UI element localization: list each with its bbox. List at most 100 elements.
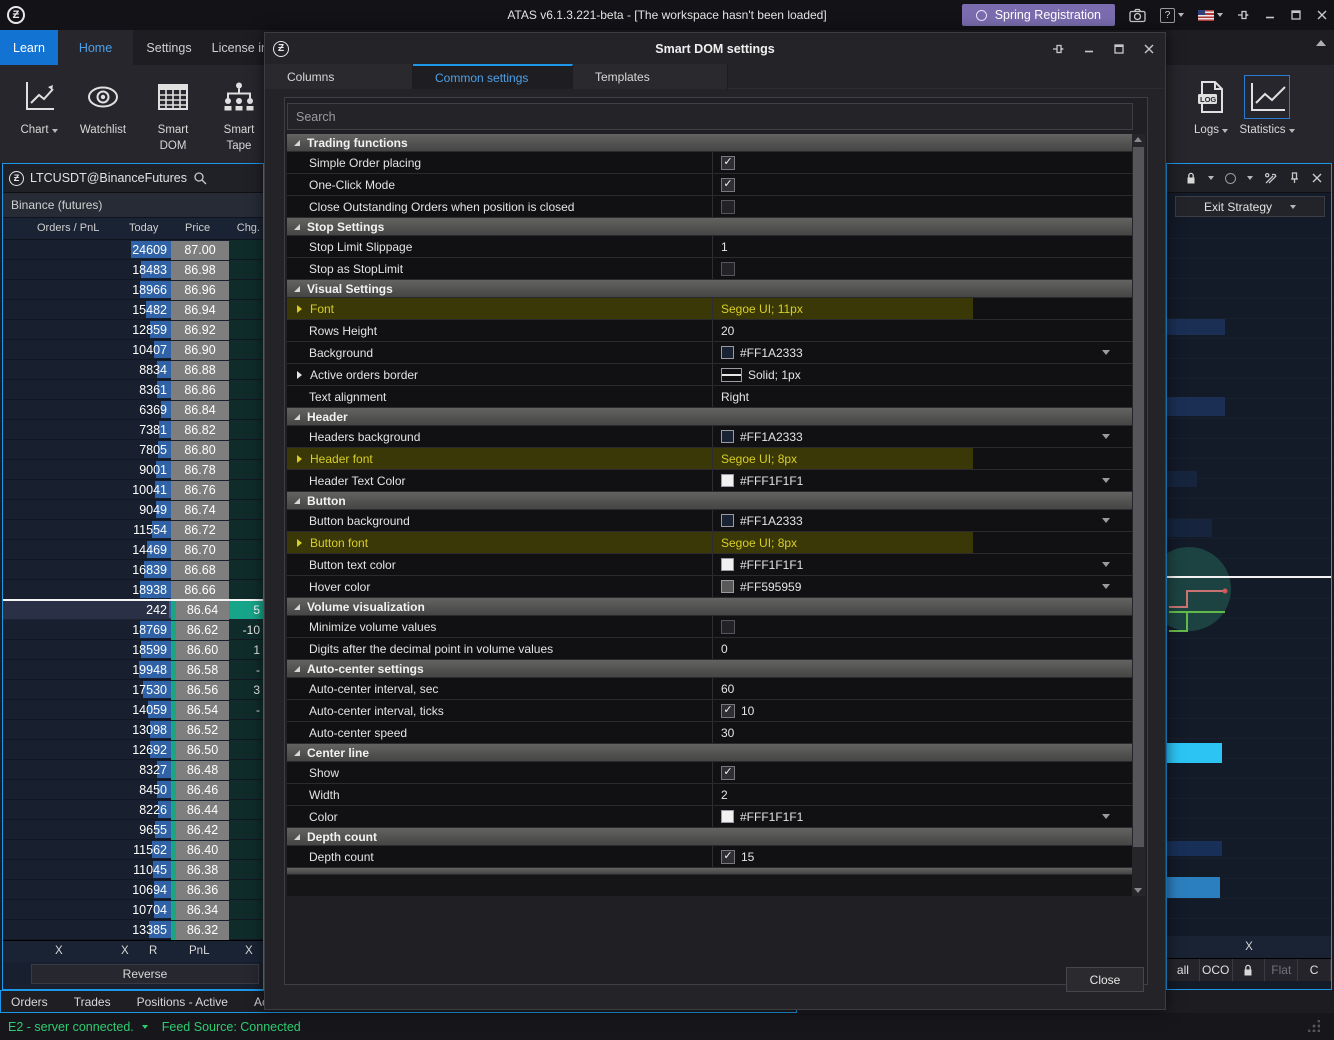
settings-search-input[interactable] [287, 103, 1133, 130]
dom-row-86.60[interactable]: 1859986.601 [3, 640, 263, 660]
price-cell[interactable]: 86.68 [171, 561, 229, 580]
setting-hover-color[interactable]: Hover color#FF595959 [287, 576, 1132, 598]
dialog-tab-common-settings[interactable]: Common settings [413, 64, 573, 89]
dom-row-86.62[interactable]: 1876986.62-10 [3, 620, 263, 640]
setting-value[interactable]: 30 [712, 722, 1132, 743]
setting-digits-after-the-decimal-point-in-volume-values[interactable]: Digits after the decimal point in volume… [287, 638, 1132, 660]
setting-font[interactable]: FontSegoe UI; 11px [287, 298, 1132, 320]
expand-arrow-icon[interactable] [297, 371, 302, 379]
setting-value[interactable]: Solid; 1px [712, 364, 1132, 385]
dialog-tab-columns[interactable]: Columns [265, 64, 413, 89]
color-swatch[interactable] [721, 346, 734, 359]
color-swatch[interactable] [721, 580, 734, 593]
color-swatch[interactable] [721, 430, 734, 443]
tool-smart-dom[interactable]: SmartDOM [142, 71, 204, 157]
dom-row-86.44[interactable]: 822686.44 [3, 800, 263, 820]
price-cell[interactable]: 86.36 [171, 881, 229, 900]
checkbox[interactable]: ✓ [721, 156, 735, 170]
server-status-caret[interactable] [142, 1025, 148, 1029]
setting-stop-limit-slippage[interactable]: Stop Limit Slippage1 [287, 236, 1132, 258]
dialog-maximize-icon[interactable] [1113, 43, 1125, 55]
tool-statistics[interactable]: Statistics [1236, 71, 1298, 157]
bottom-tab-trades[interactable]: Trades [74, 995, 111, 1009]
bottom-tab-positions-active[interactable]: Positions - Active [137, 995, 228, 1009]
price-cell[interactable]: 86.90 [171, 341, 229, 360]
dom-row-86.76[interactable]: 1004186.76 [3, 480, 263, 500]
checkbox[interactable]: ✓ [721, 850, 735, 864]
dom-row-86.74[interactable]: 904986.74 [3, 500, 263, 520]
section-stop-settings[interactable]: Stop Settings [287, 218, 1132, 236]
setting-close-outstanding-orders-when-position-is-closed[interactable]: Close Outstanding Orders when position i… [287, 196, 1132, 218]
lock-dropdown-caret[interactable] [1208, 176, 1214, 180]
collapse-ribbon-icon[interactable] [1316, 40, 1326, 46]
setting-value[interactable]: Segoe UI; 8px [712, 448, 1132, 469]
price-cell[interactable]: 86.80 [171, 441, 229, 460]
pin-icon[interactable] [1237, 9, 1250, 21]
setting-headers-background[interactable]: Headers background#FF1A2333 [287, 426, 1132, 448]
price-cell[interactable]: 86.76 [171, 481, 229, 500]
dropdown-caret-icon[interactable] [1102, 478, 1110, 483]
setting-value[interactable]: 60 [712, 678, 1132, 699]
dom-row-86.52[interactable]: 1309886.52 [3, 720, 263, 740]
setting-value[interactable]: Segoe UI; 11px [712, 298, 1132, 319]
col-chg[interactable]: Chg. [237, 222, 260, 234]
setting-value[interactable]: #FFF1F1F1 [712, 470, 1132, 491]
camera-icon[interactable] [1129, 8, 1146, 23]
price-cell[interactable]: 86.74 [171, 501, 229, 520]
ribbon-tab-home[interactable]: Home [58, 30, 133, 65]
color-swatch[interactable] [721, 558, 734, 571]
setting-text-alignment[interactable]: Text alignmentRight [287, 386, 1132, 408]
setting-rows-height[interactable]: Rows Height20 [287, 320, 1132, 342]
color-swatch[interactable] [721, 474, 734, 487]
setting-button-font[interactable]: Button fontSegoe UI; 8px [287, 532, 1132, 554]
setting-value[interactable]: ✓ [712, 174, 1132, 195]
setting-value[interactable]: 0 [712, 638, 1132, 659]
price-cell[interactable]: 86.32 [171, 921, 229, 940]
dom-footer-cell-1[interactable]: X [121, 945, 129, 957]
dom-row-86.84[interactable]: 636986.84 [3, 400, 263, 420]
section-depth-count[interactable]: Depth count [287, 828, 1132, 846]
panel-close-icon[interactable] [1311, 172, 1323, 184]
dom-footer-cell-4[interactable]: X [245, 945, 253, 957]
dom-row-86.56[interactable]: 1753086.563 [3, 680, 263, 700]
setting-value[interactable]: Segoe UI; 8px [712, 532, 1132, 553]
col-today[interactable]: Today [129, 222, 158, 234]
setting-button-text-color[interactable]: Button text color#FFF1F1F1 [287, 554, 1132, 576]
dom-row-86.32[interactable]: 1338586.32 [3, 920, 263, 940]
dropdown-caret-icon[interactable] [1102, 518, 1110, 523]
section-trading-functions[interactable]: Trading functions [287, 134, 1132, 152]
bottom-tab-orders[interactable]: Orders [11, 995, 48, 1009]
dialog-close-icon[interactable] [1143, 43, 1155, 55]
dom-row-86.82[interactable]: 738186.82 [3, 420, 263, 440]
section-button[interactable]: Button [287, 492, 1132, 510]
dom-row-86.40[interactable]: 1156286.40 [3, 840, 263, 860]
settings-scrollbar[interactable] [1132, 134, 1145, 896]
dom-row-86.70[interactable]: 1446986.70 [3, 540, 263, 560]
dom-row-86.54[interactable]: 1405986.54- [3, 700, 263, 720]
setting-auto-center-speed[interactable]: Auto-center speed30 [287, 722, 1132, 744]
checkbox[interactable] [721, 200, 735, 214]
section-volume-visualization[interactable]: Volume visualization [287, 598, 1132, 616]
setting-value[interactable]: 20 [712, 320, 1132, 341]
price-cell[interactable]: 86.70 [171, 541, 229, 560]
dom-row-86.36[interactable]: 1069486.36 [3, 880, 263, 900]
setting-minimize-volume-values[interactable]: Minimize volume values [287, 616, 1132, 638]
setting-stop-as-stoplimit[interactable]: Stop as StopLimit [287, 258, 1132, 280]
price-cell[interactable]: 86.46 [171, 781, 229, 800]
color-swatch[interactable] [721, 514, 734, 527]
price-cell[interactable]: 86.88 [171, 361, 229, 380]
price-cell[interactable]: 86.34 [171, 901, 229, 920]
checkbox[interactable] [721, 262, 735, 276]
dom-row-86.96[interactable]: 1896686.96 [3, 280, 263, 300]
expand-arrow-icon[interactable] [297, 455, 302, 463]
dom-footer-cell-0[interactable]: X [55, 945, 63, 957]
setting-active-orders-border[interactable]: Active orders borderSolid; 1px [287, 364, 1132, 386]
border-swatch[interactable] [721, 368, 742, 382]
section-header[interactable]: Header [287, 408, 1132, 426]
price-cell[interactable]: 86.50 [171, 741, 229, 760]
price-cell[interactable]: 86.60 [171, 641, 229, 660]
col-price[interactable]: Price [185, 222, 210, 234]
setting-value[interactable]: Right [712, 386, 1132, 407]
price-cell[interactable]: 86.56 [171, 681, 229, 700]
resize-grip[interactable] [1308, 1020, 1320, 1032]
